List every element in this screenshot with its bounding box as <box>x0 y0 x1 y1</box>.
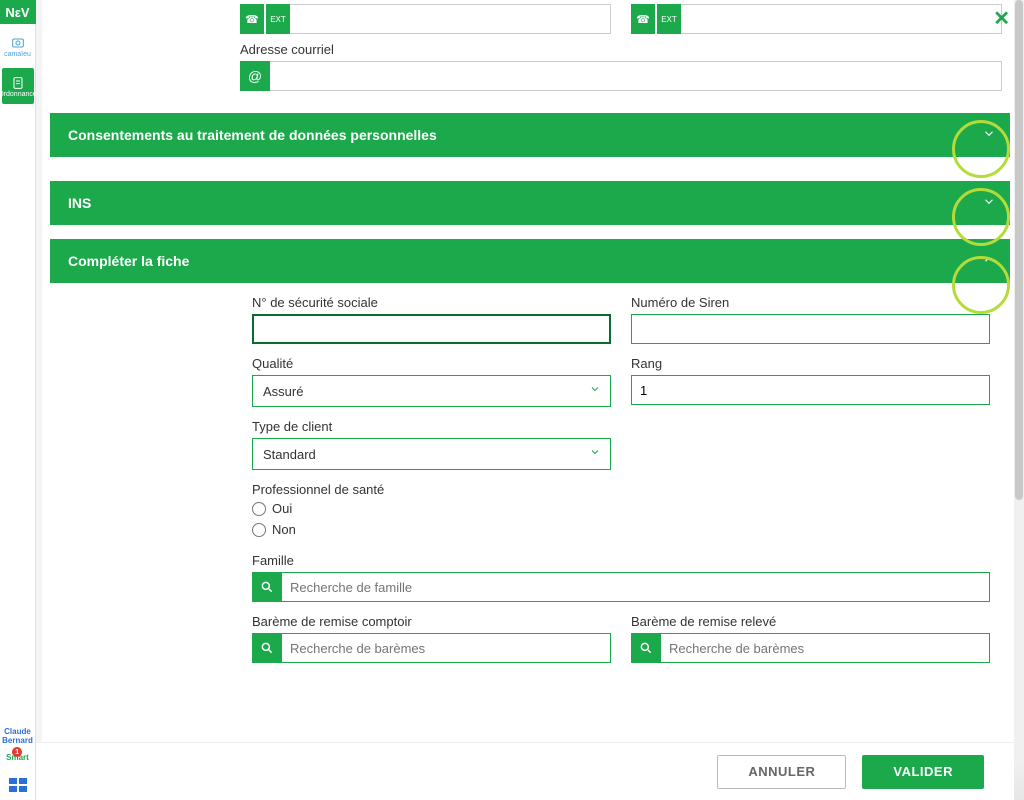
search-icon[interactable] <box>631 633 661 663</box>
rang-label: Rang <box>631 356 990 371</box>
chevron-down-icon <box>589 382 601 400</box>
section-fiche-body: N° de sécurité sociale Numéro de Siren Q… <box>50 283 1010 683</box>
prescription-icon <box>10 75 26 91</box>
chevron-down-icon <box>982 195 996 212</box>
cancel-button[interactable]: ANNULER <box>717 755 846 789</box>
phone2-field: ☎ EXT <box>631 4 1002 34</box>
phone1-field: ☎ EXT <box>240 4 611 34</box>
qualite-label: Qualité <box>252 356 611 371</box>
bareme-comptoir-input[interactable] <box>282 633 611 663</box>
email-field-wrap: @ <box>240 61 1002 91</box>
type-client-select[interactable]: Standard <box>252 438 611 470</box>
chevron-down-icon <box>589 445 601 463</box>
sidebar-brand-smart[interactable]: 1 Smart <box>6 753 29 762</box>
famille-label: Famille <box>252 553 990 568</box>
sidebar-item-label: Ordonnance <box>0 91 37 98</box>
section-consent-header[interactable]: Consentements au traitement de données p… <box>50 113 1010 157</box>
search-icon[interactable] <box>252 633 282 663</box>
chevron-up-icon <box>982 253 996 270</box>
ext-icon: EXT <box>657 4 681 34</box>
apps-grid-icon[interactable] <box>9 778 27 792</box>
qualite-select[interactable]: Assuré <box>252 375 611 407</box>
pro-non-radio[interactable]: Non <box>252 522 990 537</box>
camera-icon <box>10 35 26 51</box>
famille-search-input[interactable] <box>282 572 990 602</box>
phone2-input[interactable] <box>681 4 1002 34</box>
type-client-label: Type de client <box>252 419 611 434</box>
email-input[interactable] <box>270 61 1002 91</box>
phone-icon: ☎ <box>240 4 264 34</box>
sidebar-item-label: camaïeu <box>4 51 31 58</box>
scrollbar-thumb[interactable] <box>1015 0 1023 500</box>
siren-input[interactable] <box>631 314 990 344</box>
section-title: Compléter la fiche <box>68 253 189 269</box>
app-logo: NεV <box>0 0 36 24</box>
at-icon: @ <box>240 61 270 91</box>
phone1-input[interactable] <box>290 4 611 34</box>
pro-oui-radio[interactable]: Oui <box>252 501 990 516</box>
siren-label: Numéro de Siren <box>631 295 990 310</box>
sidebar-brand-claude-bernard[interactable]: Claude Bernard <box>0 727 35 745</box>
pro-sante-label: Professionnel de santé <box>252 482 990 497</box>
bareme-comptoir-label: Barème de remise comptoir <box>252 614 611 629</box>
chevron-down-icon <box>982 127 996 144</box>
section-title: Consentements au traitement de données p… <box>68 127 437 143</box>
close-icon[interactable]: ✕ <box>993 6 1010 31</box>
ssn-label: N° de sécurité sociale <box>252 295 611 310</box>
email-label: Adresse courriel <box>46 42 1014 61</box>
form-panel: ☎ EXT ☎ EXT Adresse courriel <box>42 0 1018 800</box>
validate-button[interactable]: VALIDER <box>862 755 984 789</box>
ssn-input[interactable] <box>252 314 611 344</box>
rang-input[interactable] <box>631 375 990 405</box>
type-client-value: Standard <box>252 438 611 470</box>
sidebar-rail: NεV camaïeu Ordonnance Claude Bernard 1 … <box>0 0 36 800</box>
qualite-value: Assuré <box>252 375 611 407</box>
sidebar-item-ordonnance[interactable]: Ordonnance <box>2 68 34 104</box>
phone-icon: ☎ <box>631 4 655 34</box>
footer-actions: ANNULER VALIDER <box>36 742 1014 800</box>
bareme-releve-input[interactable] <box>661 633 990 663</box>
section-title: INS <box>68 195 91 211</box>
section-fiche-header[interactable]: Compléter la fiche <box>50 239 1010 283</box>
ext-icon: EXT <box>266 4 290 34</box>
search-icon[interactable] <box>252 572 282 602</box>
section-ins-header[interactable]: INS <box>50 181 1010 225</box>
bareme-releve-label: Barème de remise relevé <box>631 614 990 629</box>
sidebar-item-camaieu[interactable]: camaïeu <box>2 28 34 64</box>
